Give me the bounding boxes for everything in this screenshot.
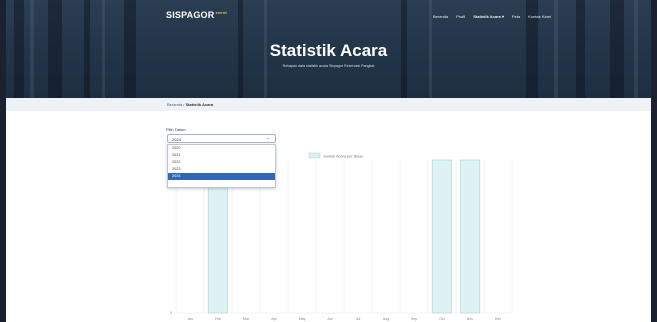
bar-nov[interactable] — [459, 159, 481, 314]
year-option-2020[interactable]: 2020 — [168, 145, 275, 152]
year-select-value: 2024 — [172, 137, 181, 142]
x-tick-label: Apr — [271, 317, 277, 321]
year-select[interactable]: 2024 ⌄ — [167, 134, 276, 143]
x-tick-label: Aug — [383, 317, 389, 321]
y-tick-label: 0 — [170, 311, 172, 315]
year-option-2021[interactable]: 2021 — [168, 152, 275, 159]
year-option-2022[interactable]: 2022 — [168, 159, 275, 166]
x-tick-label: Sep — [411, 317, 417, 321]
x-tick-label: Dec — [495, 317, 502, 321]
x-tick-label: May — [299, 317, 306, 321]
bar-oct[interactable] — [431, 159, 453, 314]
x-tick-label: Jun — [327, 317, 333, 321]
x-tick-label: Nov — [467, 317, 474, 321]
year-dropdown-list: 2020 2021 2022 2023 2024 — [167, 144, 276, 188]
year-filter-label: Pilih Tahun: — [166, 127, 187, 132]
x-tick-label: Jan — [187, 317, 193, 321]
legend-swatch[interactable] — [308, 152, 321, 159]
x-tick-label: Oct — [439, 317, 445, 321]
year-option-2024[interactable]: 2024 — [168, 173, 275, 180]
x-tick-label: Jul — [356, 317, 361, 321]
chevron-down-icon: ⌄ — [265, 135, 270, 141]
x-tick-label: Feb — [215, 317, 221, 321]
year-option-2023[interactable]: 2023 — [168, 166, 275, 173]
legend-label: Jumlah Acara per Bulan — [323, 154, 363, 158]
x-tick-label: Mar — [243, 317, 250, 321]
events-chart: Jan Feb Mar Apr May Jun Jul Aug Sep Oct Nov Dec 0 J… — [170, 152, 513, 321]
